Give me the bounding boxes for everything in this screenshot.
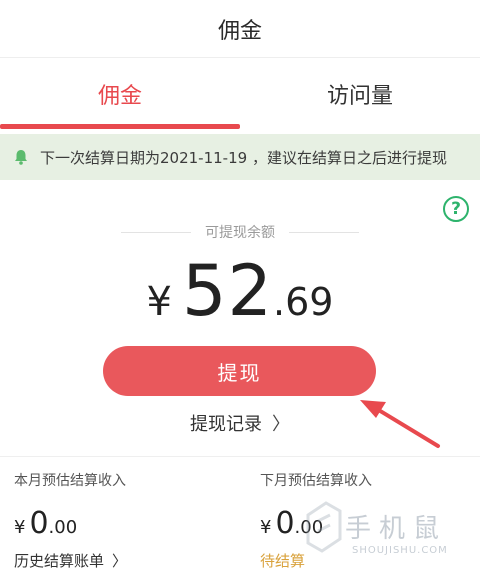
help-icon[interactable]: ? bbox=[443, 196, 469, 222]
history-bill-link[interactable]: 历史结算账单 〉 bbox=[14, 550, 234, 571]
tab-visits[interactable]: 访问量 bbox=[240, 58, 480, 130]
balance-decimal: .69 bbox=[273, 280, 334, 324]
chevron-right-icon: 〉 bbox=[272, 414, 290, 435]
next-month-integer: 0 bbox=[275, 506, 295, 541]
currency-symbol: ¥ bbox=[14, 517, 26, 538]
balance-amount: ¥ 52 .69 bbox=[0, 250, 480, 332]
section-divider bbox=[0, 456, 480, 457]
history-bill-label: 历史结算账单 bbox=[14, 552, 105, 570]
currency-symbol: ¥ bbox=[260, 517, 272, 538]
settlement-notice: 下一次结算日期为2021-11-19 ，建议在结算日之后进行提现 bbox=[0, 134, 480, 180]
watermark-text: 手机鼠 bbox=[345, 514, 448, 544]
next-month-title: 下月预估结算收入 bbox=[260, 473, 372, 489]
tab-bar: 佣金 访问量 bbox=[0, 58, 480, 130]
divider-right bbox=[289, 231, 359, 233]
bell-icon bbox=[15, 150, 27, 165]
page-title: 佣金 bbox=[217, 18, 262, 44]
this-month-title: 本月预估结算收入 bbox=[14, 473, 126, 489]
divider-left bbox=[121, 231, 191, 233]
balance-integer: 52 bbox=[181, 250, 274, 332]
this-month-integer: 0 bbox=[29, 506, 49, 541]
withdraw-button[interactable]: 提现 bbox=[103, 346, 376, 396]
notice-text: 下一次结算日期为2021-11-19 ，建议在结算日之后进行提现 bbox=[40, 148, 447, 167]
active-tab-indicator bbox=[0, 124, 240, 129]
arrow-annotation-icon bbox=[360, 400, 440, 448]
this-month-income: 本月预估结算收入 ¥ 0 .00 历史结算账单 〉 bbox=[14, 470, 234, 571]
withdraw-record-label: 提现记录 bbox=[190, 414, 262, 435]
nav-bar: 佣金 bbox=[0, 0, 480, 58]
chevron-right-icon: 〉 bbox=[112, 552, 128, 570]
this-month-amount: ¥ 0 .00 bbox=[14, 506, 234, 541]
tab-commission[interactable]: 佣金 bbox=[0, 58, 240, 130]
currency-symbol: ¥ bbox=[146, 279, 172, 325]
this-month-decimal: .00 bbox=[48, 517, 78, 538]
balance-label-row: 可提现余额 bbox=[0, 220, 480, 244]
balance-label: 可提现余额 bbox=[205, 225, 275, 241]
watermark-subtext: SHOUJISHU.COM bbox=[352, 545, 448, 556]
